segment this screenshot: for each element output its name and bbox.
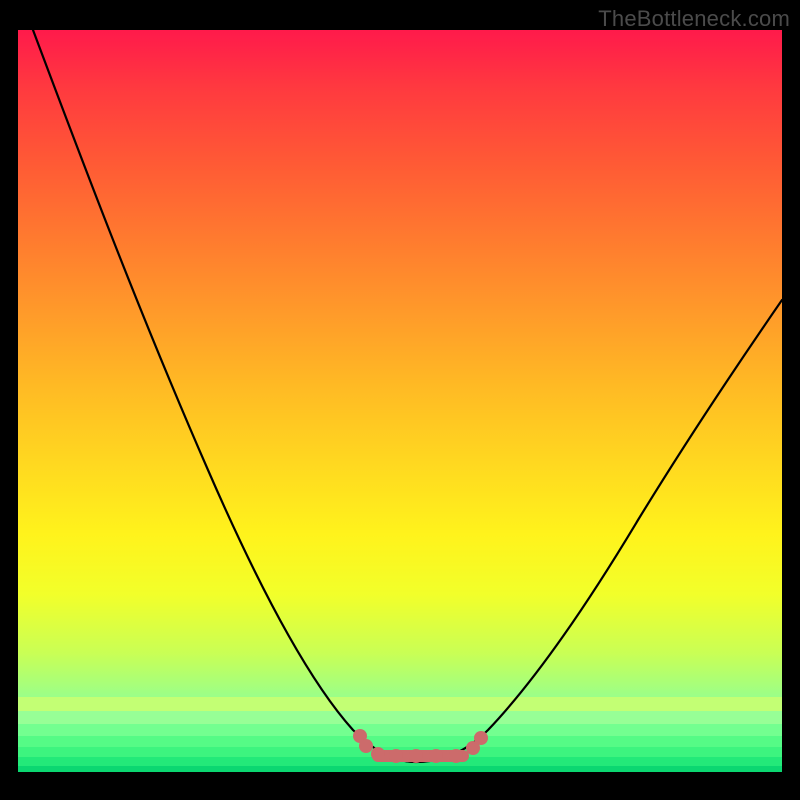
highlight-dot bbox=[474, 731, 488, 745]
bottleneck-curve bbox=[33, 30, 782, 762]
watermark-text: TheBottleneck.com bbox=[598, 6, 790, 32]
highlight-dot bbox=[449, 749, 463, 763]
highlight-dot bbox=[389, 749, 403, 763]
plot-area bbox=[18, 30, 782, 772]
highlight-dot bbox=[371, 747, 385, 761]
highlight-dot bbox=[409, 749, 423, 763]
chart-frame: TheBottleneck.com bbox=[0, 0, 800, 800]
highlight-dot bbox=[429, 749, 443, 763]
curve-layer bbox=[18, 30, 782, 772]
highlight-dot bbox=[359, 739, 373, 753]
